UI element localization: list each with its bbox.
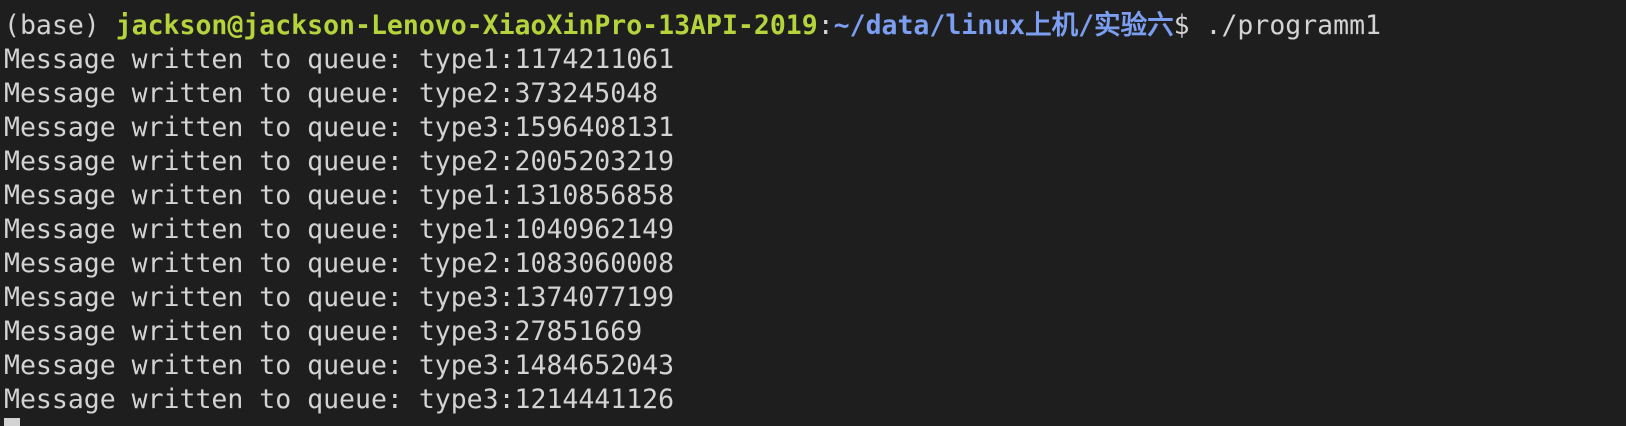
output-line: Message written to queue: type3:12144411…	[4, 384, 675, 415]
prompt-line: (base) jackson@jackson-Lenovo-XiaoXinPro…	[4, 9, 1626, 43]
output-line: Message written to queue: type2:37324504…	[4, 78, 659, 109]
output-line: Message written to queue: type3:14846520…	[4, 350, 675, 381]
prompt-user-host: jackson@jackson-Lenovo-XiaoXinPro-13API-…	[115, 10, 818, 41]
conda-env-indicator: (base)	[4, 10, 116, 41]
terminal-cursor	[4, 418, 20, 426]
output-line: Message written to queue: type3:27851669	[4, 316, 643, 347]
entered-command: ./programm1	[1205, 10, 1382, 41]
output-line: Message written to queue: type2:20052032…	[4, 146, 675, 177]
output-line: Message written to queue: type1:13108568…	[4, 180, 675, 211]
prompt-separator: :	[817, 10, 834, 41]
output-line: Message written to queue: type3:15964081…	[4, 112, 675, 143]
output-line: Message written to queue: type1:10409621…	[4, 214, 675, 245]
terminal-window[interactable]: (base) jackson@jackson-Lenovo-XiaoXinPro…	[4, 9, 1626, 426]
output-line: Message written to queue: type1:11742110…	[4, 44, 675, 75]
output-line: Message written to queue: type2:10830600…	[4, 248, 675, 279]
output-line: Message written to queue: type3:13740771…	[4, 282, 675, 313]
prompt-working-directory: ~/data/linux上机/实验六	[833, 10, 1174, 41]
prompt-symbol: $	[1173, 10, 1206, 41]
